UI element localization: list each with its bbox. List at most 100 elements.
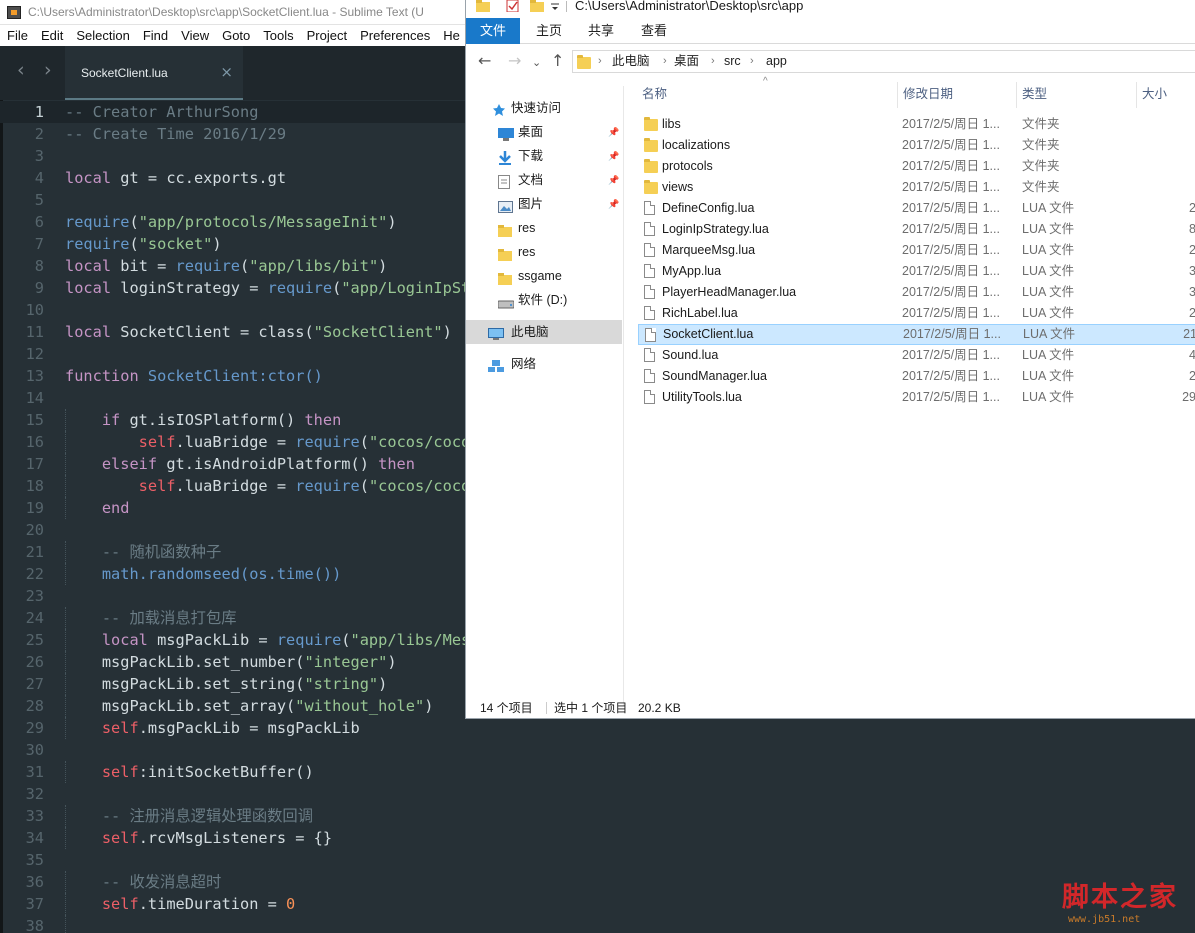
code-token: -- 收发消息超时 bbox=[65, 873, 222, 891]
sidebar-item-8[interactable]: 软件 (D:) bbox=[466, 288, 622, 312]
line-code: -- 随机函数种子 bbox=[65, 541, 221, 563]
code-token: self bbox=[65, 763, 139, 781]
ribbon-tab-home[interactable]: 主页 bbox=[526, 18, 572, 44]
menu-preferences[interactable]: Preferences bbox=[353, 25, 436, 44]
file-date: 2017/2/5/周日 1... bbox=[902, 285, 1000, 299]
forward-arrow-icon[interactable]: → bbox=[508, 53, 521, 69]
sidebar-item-7[interactable]: ssgame bbox=[466, 264, 622, 288]
sidebar-item-label: 网络 bbox=[511, 357, 537, 371]
file-row[interactable]: protocols 2017/2/5/周日 1... 文件夹 bbox=[638, 156, 1195, 177]
column-date-header[interactable]: 修改日期 bbox=[903, 80, 953, 108]
column-size-header[interactable]: 大小 bbox=[1142, 80, 1167, 108]
code-line[interactable]: 35 bbox=[0, 849, 1195, 871]
file-size: 29 bbox=[1182, 390, 1195, 404]
menu-tools[interactable]: Tools bbox=[256, 25, 299, 44]
back-arrow-icon[interactable]: ← bbox=[478, 53, 491, 69]
breadcrumb-desktop[interactable]: 桌面 bbox=[674, 51, 699, 72]
code-token: "socket" bbox=[138, 235, 213, 253]
breadcrumb-this-pc[interactable]: 此电脑 bbox=[612, 51, 650, 72]
file-row[interactable]: SocketClient.lua 2017/2/5/周日 1... LUA 文件 21 bbox=[638, 324, 1195, 345]
sidebar-item-10[interactable]: 网络 bbox=[466, 352, 622, 376]
tab-socketclient[interactable]: SocketClient.lua × bbox=[65, 46, 243, 100]
breadcrumb-app[interactable]: app bbox=[766, 51, 787, 72]
ribbon-tab-share[interactable]: 共享 bbox=[578, 18, 624, 44]
tab-forward-icon[interactable]: › bbox=[44, 61, 58, 80]
file-row[interactable]: MarqueeMsg.lua 2017/2/5/周日 1... LUA 文件 2 bbox=[638, 240, 1195, 261]
code-token: then bbox=[378, 455, 415, 473]
pin-icon[interactable]: 📌 bbox=[608, 168, 619, 192]
menu-help[interactable]: He bbox=[436, 25, 465, 44]
code-line[interactable]: 34 self.rcvMsgListeners = {} bbox=[0, 827, 1195, 849]
tab-back-icon[interactable]: ‹ bbox=[17, 61, 31, 80]
code-line[interactable]: 29 self.msgPackLib = msgPackLib bbox=[0, 717, 1195, 739]
file-row[interactable]: PlayerHeadManager.lua 2017/2/5/周日 1... LUA… bbox=[638, 282, 1195, 303]
folder-icon bbox=[476, 0, 490, 12]
sort-ascending-icon: ^ bbox=[763, 76, 768, 87]
sidebar-item-6[interactable]: res bbox=[466, 240, 622, 264]
file-row[interactable]: LoginIpStrategy.lua 2017/2/5/周日 1... LUA 文… bbox=[638, 219, 1195, 240]
menu-edit[interactable]: Edit bbox=[34, 25, 69, 44]
code-token: -- Create Time 2016/1/29 bbox=[65, 125, 287, 143]
file-icon bbox=[644, 306, 655, 320]
menu-goto[interactable]: Goto bbox=[215, 25, 256, 44]
ribbon-tab-view[interactable]: 查看 bbox=[631, 18, 677, 44]
new-folder-icon[interactable] bbox=[530, 0, 544, 12]
menu-file[interactable]: File bbox=[0, 25, 34, 44]
line-number: 11 bbox=[25, 323, 44, 341]
code-line[interactable]: 37 self.timeDuration = 0 bbox=[0, 893, 1195, 915]
code-token: loginStrategy = bbox=[111, 279, 268, 297]
pin-icon[interactable]: 📌 bbox=[608, 120, 619, 144]
file-row[interactable]: localizations 2017/2/5/周日 1... 文件夹 bbox=[638, 135, 1195, 156]
recent-locations-chevron-icon[interactable]: ⌄ bbox=[532, 55, 541, 71]
file-type: LUA 文件 bbox=[1022, 369, 1075, 383]
line-number: 26 bbox=[25, 653, 44, 671]
sidebar-item-3[interactable]: 文档 📌 bbox=[466, 168, 622, 192]
code-line[interactable]: 31 self:initSocketBuffer() bbox=[0, 761, 1195, 783]
file-row[interactable]: UtilityTools.lua 2017/2/5/周日 1... LUA 文件 29 bbox=[638, 387, 1195, 408]
sidebar-item-0[interactable]: 快速访问 bbox=[466, 96, 622, 120]
menu-selection[interactable]: Selection bbox=[69, 25, 135, 44]
file-icon bbox=[645, 328, 656, 342]
ribbon-tab-file[interactable]: 文件 bbox=[466, 18, 520, 44]
pin-icon[interactable]: 📌 bbox=[608, 144, 619, 168]
file-row[interactable]: Sound.lua 2017/2/5/周日 1... LUA 文件 4 bbox=[638, 345, 1195, 366]
file-row[interactable]: libs 2017/2/5/周日 1... 文件夹 bbox=[638, 114, 1195, 135]
file-row[interactable]: SoundManager.lua 2017/2/5/周日 1... LUA 文件 2 bbox=[638, 366, 1195, 387]
tab-close-icon[interactable]: × bbox=[220, 63, 233, 81]
menu-find[interactable]: Find bbox=[136, 25, 174, 44]
column-divider[interactable] bbox=[897, 82, 898, 108]
code-line[interactable]: 32 bbox=[0, 783, 1195, 805]
address-bar[interactable]: › 此电脑 › 桌面 › src › app bbox=[572, 50, 1195, 73]
pin-icon[interactable]: 📌 bbox=[608, 192, 619, 216]
column-type-header[interactable]: 类型 bbox=[1022, 80, 1047, 108]
column-divider[interactable] bbox=[1016, 82, 1017, 108]
column-divider[interactable] bbox=[1136, 82, 1137, 108]
up-arrow-icon[interactable]: ↑ bbox=[551, 53, 564, 69]
status-bar: 14 个项目 选中 1 个项目 20.2 KB bbox=[466, 698, 1195, 718]
menu-view[interactable]: View bbox=[174, 25, 215, 44]
code-line[interactable]: 30 bbox=[0, 739, 1195, 761]
sidebar-item-9[interactable]: 此电脑 bbox=[466, 320, 622, 344]
sidebar-item-5[interactable]: res bbox=[466, 216, 622, 240]
file-row[interactable]: MyApp.lua 2017/2/5/周日 1... LUA 文件 3 bbox=[638, 261, 1195, 282]
sidebar-item-1[interactable]: 桌面 📌 bbox=[466, 120, 622, 144]
sidebar-item-2[interactable]: 下载 📌 bbox=[466, 144, 622, 168]
indent-guide bbox=[65, 409, 66, 431]
file-row[interactable]: RichLabel.lua 2017/2/5/周日 1... LUA 文件 2 bbox=[638, 303, 1195, 324]
code-token: local bbox=[65, 631, 148, 649]
file-size: 3 bbox=[1189, 285, 1195, 299]
column-name-header[interactable]: 名称 bbox=[642, 80, 667, 108]
code-line[interactable]: 38 bbox=[0, 915, 1195, 933]
file-row[interactable]: views 2017/2/5/周日 1... 文件夹 bbox=[638, 177, 1195, 198]
file-row[interactable]: DefineConfig.lua 2017/2/5/周日 1... LUA 文件 2 bbox=[638, 198, 1195, 219]
chevron-down-icon[interactable] bbox=[550, 0, 564, 12]
file-size: 2 bbox=[1189, 369, 1195, 383]
code-line[interactable]: 33 -- 注册消息逻辑处理函数回调 bbox=[0, 805, 1195, 827]
menu-project[interactable]: Project bbox=[300, 25, 353, 44]
code-token: ( bbox=[332, 279, 342, 297]
code-line[interactable]: 36 -- 收发消息超时 bbox=[0, 871, 1195, 893]
line-number: 30 bbox=[25, 741, 44, 759]
properties-icon[interactable] bbox=[506, 0, 520, 12]
breadcrumb-src[interactable]: src bbox=[724, 51, 741, 72]
sidebar-item-4[interactable]: 图片 📌 bbox=[466, 192, 622, 216]
